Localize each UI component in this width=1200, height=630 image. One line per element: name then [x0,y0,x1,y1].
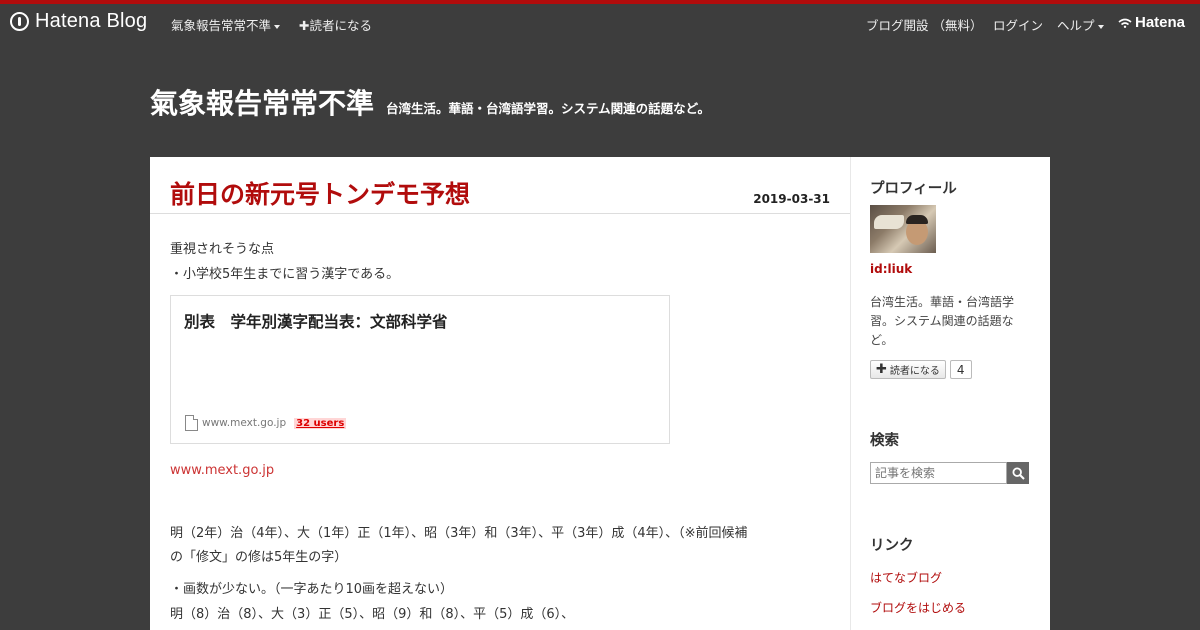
entry-content: 前日の新元号トンデモ予想 2019-03-31 重視されそうな点 ・小学校5年生… [150,157,850,630]
search-button[interactable] [1007,462,1029,484]
embed-footer: www.mext.go.jp 32 users [185,415,347,431]
subscribe-button-label: 読者になる [889,366,940,377]
global-header: Hatena Blog 氣象報告常常不準 ✚読者になる ブログ開設 （無料） ロ… [0,4,1200,40]
links-heading: リンク [870,538,914,554]
chevron-down-icon [274,24,281,29]
blog-menu-dropdown[interactable]: 氣象報告常常不準 [171,15,281,34]
document-icon [185,415,198,431]
paragraph: の「修文」の修は5年生の字） [170,550,348,565]
embed-domain: www.mext.go.jp [202,417,287,429]
embed-title[interactable]: 別表 学年別漢字配当表：文部科学省 [184,310,448,332]
divider [150,213,850,214]
blog-menu-label: 氣象報告常常不準 [171,18,272,33]
open-blog-link[interactable]: ブログ開設 （無料） [866,15,982,34]
entry-title[interactable]: 前日の新元号トンデモ予想 [170,175,470,211]
entry-date[interactable]: 2019-03-31 [753,192,830,206]
blog-title[interactable]: 氣象報告常常不準 [150,82,374,122]
paragraph: 重視されそうな点 [170,242,275,257]
embed-card[interactable]: 別表 学年別漢字配当表：文部科学省 www.mext.go.jp 32 user… [170,295,670,444]
help-label: ヘルプ [1057,18,1095,33]
chevron-down-icon [1097,24,1104,29]
search-input[interactable] [870,462,1007,484]
subscriber-count[interactable]: 4 [949,360,972,379]
hatena-pen-icon [10,12,29,31]
hatena-signal-icon [1118,18,1132,28]
hatena-blog-logo[interactable]: Hatena Blog [10,10,147,33]
sidebar: プロフィール id:liuk 台湾生活。華語・台湾語学習。システム関連の話題など… [850,157,1050,630]
sidebar-link[interactable]: ブログをはじめる [870,599,966,616]
subscribe-link[interactable]: ✚読者になる [299,15,372,34]
blog-description: 台湾生活。華語・台湾語学習。システム関連の話題など。 [386,101,711,116]
paragraph: ・画数が少ない。（一字あたり10画を超えない） [170,582,454,597]
profile-id-link[interactable]: id:liuk [870,262,912,276]
logo-text: Hatena Blog [35,10,148,32]
help-dropdown[interactable]: ヘルプ [1057,15,1104,34]
subscribe-button[interactable]: ✚ 読者になる [870,360,946,379]
bookmark-users-badge[interactable]: 32 users [294,417,347,429]
search-heading: 検索 [870,433,899,449]
hatena-brand-text: Hatena [1135,14,1186,31]
search-form [870,462,1029,484]
plus-icon: ✚ [876,362,887,377]
search-icon [1011,466,1025,480]
paragraph: 明（8）治（8）、大（3）正（5）、昭（9）和（8）、平（5）成（6）、 [170,607,575,622]
profile-heading: プロフィール [870,181,957,197]
paragraph: ・小学校5年生までに習う漢字である。 [170,267,400,282]
paragraph: 明（2年）治（4年）、大（1年）正（1年）、昭（3年）和（3年）、平（3年）成（… [170,526,748,541]
sidebar-link[interactable]: はてなブログ [870,569,942,586]
login-link[interactable]: ログイン [993,15,1043,34]
source-link[interactable]: www.mext.go.jp [170,463,274,478]
profile-description: 台湾生活。華語・台湾語学習。システム関連の話題など。 [870,295,1015,347]
hatena-brand-logo[interactable]: Hatena [1118,14,1185,31]
blog-header: 氣象報告常常不準 台湾生活。華語・台湾語学習。システム関連の話題など。 [150,82,710,122]
subscribe-widget: ✚ 読者になる 4 [870,360,972,379]
avatar[interactable] [870,205,936,253]
